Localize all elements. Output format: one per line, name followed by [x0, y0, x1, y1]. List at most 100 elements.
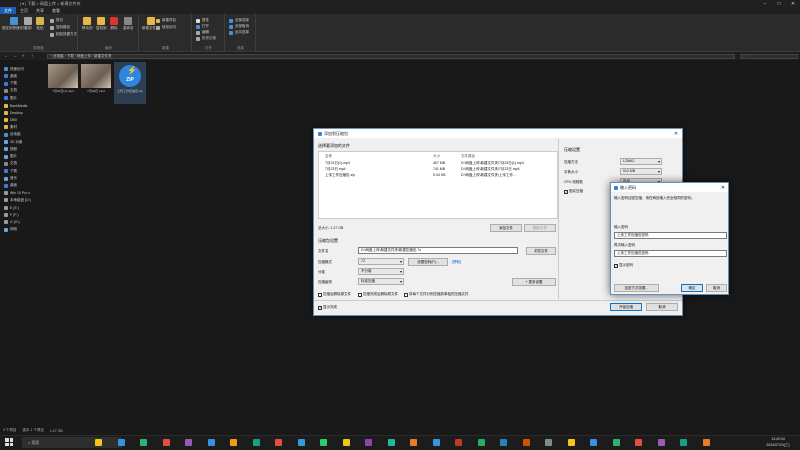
- taskbar-app-icon[interactable]: [410, 439, 417, 446]
- archive-name-input[interactable]: D:\网盘上传\新建文件夹\新建压缩包.7z: [358, 247, 518, 254]
- dictionary-size-select[interactable]: 512 MB: [620, 168, 662, 175]
- sidebar-item-2[interactable]: 下载: [4, 81, 42, 87]
- taskbar-app-icon[interactable]: [162, 439, 170, 446]
- taskbar-app-icon[interactable]: [117, 439, 125, 446]
- paste-button[interactable]: 粘贴: [36, 17, 44, 31]
- taskbar-app-icon[interactable]: [567, 439, 575, 446]
- file-row[interactable]: 7月23日.mp4 741 MB D:\网盘上传\新建文件夹\7月23日.mp4: [321, 167, 555, 172]
- search-input[interactable]: ⌕: [740, 53, 798, 59]
- sidebar-item-7[interactable]: DBX: [4, 117, 42, 123]
- delete-button[interactable]: 删除: [110, 17, 118, 31]
- sidebar-item-5[interactable]: BackMedia: [4, 103, 42, 109]
- separate-archives-checkbox[interactable]: 将每个文件分别压缩到单独的压缩文件: [404, 292, 469, 297]
- ribbon-tab-view[interactable]: 查看: [48, 7, 64, 14]
- rename-button[interactable]: 重命名: [123, 17, 134, 31]
- taskbar-app-icon[interactable]: [702, 439, 710, 446]
- taskbar-app-icon[interactable]: [545, 439, 552, 446]
- sidebar-item-11[interactable]: 视频: [4, 146, 42, 152]
- sidebar-item-22[interactable]: 网络: [4, 227, 42, 233]
- sidebar-item-8[interactable]: 素材: [4, 124, 42, 130]
- copy-path-button[interactable]: 复制路径: [50, 25, 70, 30]
- taskbar-app-icon[interactable]: [522, 439, 530, 446]
- taskbar-app-icon[interactable]: [657, 439, 665, 446]
- edit-button[interactable]: 编辑: [196, 30, 209, 35]
- cancel-button[interactable]: 取消: [646, 303, 678, 311]
- up-icon[interactable]: ↑: [31, 53, 33, 58]
- browse-button[interactable]: 浏览文件: [526, 247, 556, 255]
- sidebar-item-6[interactable]: Desktop: [4, 110, 42, 116]
- sidebar-item-17[interactable]: Win 10 Pro x: [4, 190, 42, 196]
- taskbar-app-icon[interactable]: [185, 439, 192, 446]
- pin-button[interactable]: 固定到快速访问: [2, 17, 27, 31]
- close-icon[interactable]: ✕: [670, 131, 682, 137]
- help-link[interactable]: [帮助]: [452, 260, 461, 265]
- taskbar-app-icon[interactable]: [275, 439, 282, 446]
- close-icon[interactable]: ✕: [718, 185, 728, 191]
- taskbar-app-icon[interactable]: [455, 439, 462, 446]
- sidebar-item-0[interactable]: 快速访问: [4, 66, 42, 72]
- ok-button[interactable]: 确定: [681, 284, 703, 292]
- address-input[interactable]: › 此电脑 › 下载 › 网盘上传 › 新建文件夹: [47, 53, 735, 59]
- solid-checkbox[interactable]: ✓ 固实压缩: [564, 189, 583, 194]
- sidebar-item-15[interactable]: 音乐: [4, 176, 42, 182]
- sidebar-item-13[interactable]: 文档: [4, 161, 42, 167]
- sidebar-item-10[interactable]: 3D 对象: [4, 139, 42, 145]
- set-password-button[interactable]: 设置密码(P)...: [408, 258, 448, 266]
- taskbar-app-icon[interactable]: [320, 439, 327, 446]
- sidebar-item-12[interactable]: 图片: [4, 154, 42, 160]
- sidebar-item-18[interactable]: 本地磁盘 (D:): [4, 197, 42, 203]
- back-icon[interactable]: ←: [4, 53, 8, 58]
- taskbar-search-input[interactable]: ⌕ 搜索: [22, 437, 122, 448]
- delete-after-checkbox[interactable]: 压缩完成后删除原文件: [358, 292, 398, 297]
- taskbar-app-icon[interactable]: [252, 439, 260, 446]
- sidebar-item-9[interactable]: 此电脑: [4, 132, 42, 138]
- format-select[interactable]: 7Z: [358, 258, 404, 265]
- sidebar-item-21[interactable]: G (G:): [4, 219, 42, 225]
- cut-button[interactable]: 剪切: [50, 18, 63, 23]
- invert-selection-button[interactable]: 反向选择: [229, 30, 249, 35]
- taskbar-app-icon[interactable]: [365, 439, 372, 446]
- sidebar-item-16[interactable]: 桌面: [4, 183, 42, 189]
- taskbar-app-icon[interactable]: [387, 439, 395, 446]
- paste-shortcut-button[interactable]: 粘贴快捷方式: [50, 32, 77, 37]
- encryption-settings-button[interactable]: 加密方式设置...: [614, 284, 659, 292]
- sidebar-item-20[interactable]: F (F:): [4, 212, 42, 218]
- file-row[interactable]: 上传工作压缩包.zip 5.34 KB D:\网盘上传\新建文件夹\上传工作..…: [321, 173, 555, 178]
- copy-to-button[interactable]: 复制到: [96, 17, 107, 31]
- taskbar-app-icon[interactable]: [477, 439, 485, 446]
- show-done-checkbox[interactable]: ✓ 显示完成: [318, 305, 337, 310]
- move-to-button[interactable]: 移动到: [82, 17, 93, 31]
- remove-files-button[interactable]: 删除文件: [524, 224, 556, 232]
- taskbar-app-icon[interactable]: [230, 439, 237, 446]
- password-cancel-button[interactable]: 取消: [706, 284, 727, 292]
- confirm-password-input[interactable]: 上传工作压缩包密码: [614, 250, 727, 257]
- volume-select[interactable]: 不分卷: [358, 268, 404, 275]
- forward-icon[interactable]: →: [13, 53, 17, 58]
- file-item-video-1[interactable]: 7月23日(1).mp4: [48, 64, 78, 94]
- compression-method-select[interactable]: LZMA2: [620, 158, 662, 165]
- taskbar-app-icon[interactable]: [590, 439, 597, 446]
- sidebar-item-14[interactable]: 下载: [4, 168, 42, 174]
- ribbon-tab-file[interactable]: 文件: [0, 7, 16, 14]
- select-all-button[interactable]: 全部选择: [229, 18, 249, 23]
- taskbar-app-icon[interactable]: [635, 439, 642, 446]
- history-button[interactable]: 历史记录: [196, 36, 216, 41]
- properties-button[interactable]: 属性: [196, 18, 209, 23]
- system-clock[interactable]: 13:40:34 2024/07/24(三): [760, 436, 796, 448]
- open-button[interactable]: 打开: [196, 24, 209, 29]
- select-none-button[interactable]: 全部取消: [229, 24, 249, 29]
- start-compress-button[interactable]: 开始压缩: [610, 303, 642, 311]
- file-list[interactable]: 名称 大小 文件路径 7月23日(1).mp4 467 MB D:\网盘上传\新…: [318, 151, 558, 219]
- method-select[interactable]: 标准压缩: [358, 278, 404, 285]
- taskbar-app-icon[interactable]: [432, 439, 440, 446]
- taskbar-app-icon[interactable]: [680, 439, 687, 446]
- taskbar-app-icon[interactable]: [500, 439, 507, 446]
- file-row[interactable]: 7月23日(1).mp4 467 MB D:\网盘上传\新建文件夹\7月23日(…: [321, 161, 555, 166]
- ribbon-tab-share[interactable]: 共享: [32, 7, 48, 14]
- sidebar-item-4[interactable]: 图片: [4, 95, 42, 101]
- taskbar-app-icon[interactable]: [140, 439, 147, 446]
- taskbar-app-icon[interactable]: [95, 439, 102, 446]
- new-item-button[interactable]: 新建项目: [156, 18, 176, 23]
- password-input[interactable]: 上传工作压缩包密码: [614, 232, 727, 239]
- windows-start-icon[interactable]: [5, 438, 13, 446]
